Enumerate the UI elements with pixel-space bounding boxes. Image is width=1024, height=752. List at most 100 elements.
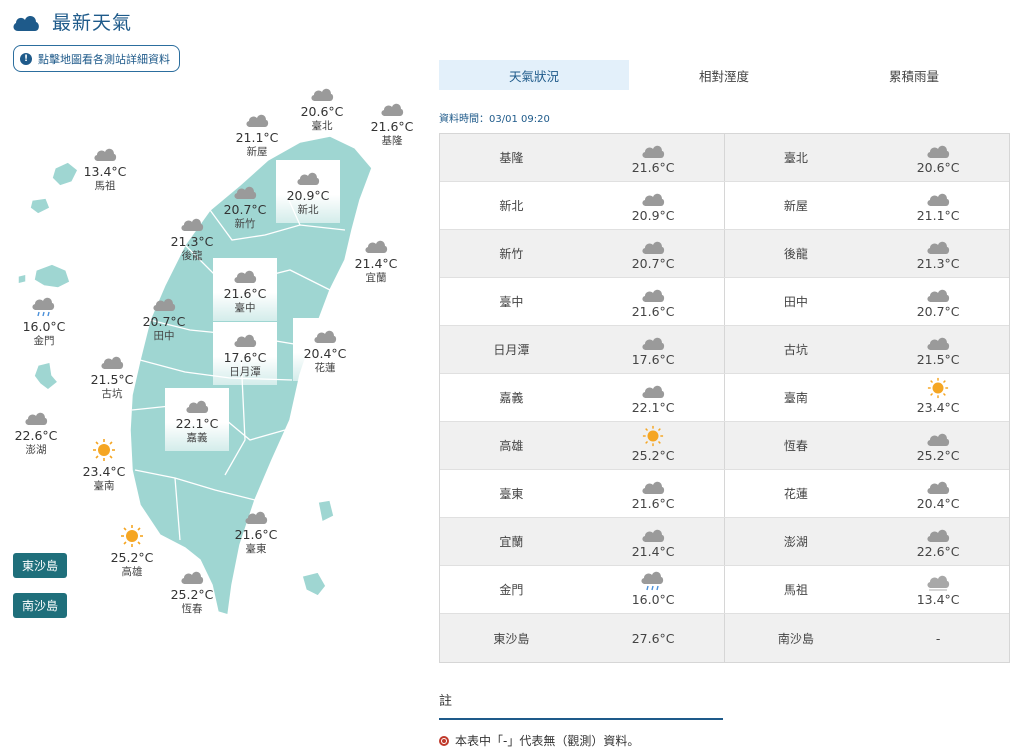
map-station-hengchun[interactable]: 25.2°C 恆春	[157, 565, 227, 616]
map-station-penghu[interactable]: 22.6°C 澎湖	[1, 406, 71, 457]
station-value-cell: 21.4°C	[583, 518, 725, 565]
notes-title: 註	[439, 690, 723, 720]
station-temp-value: 17.6°C	[631, 352, 675, 367]
sun-icon	[121, 525, 143, 547]
nansha-island-button[interactable]: 南沙島	[13, 593, 67, 618]
station-name-cell: 臺南	[783, 391, 808, 405]
cloud-icon	[926, 139, 950, 159]
station-name-cell: 恆春	[783, 439, 808, 453]
map-station-gukeng[interactable]: 21.5°C 古坑	[77, 350, 147, 401]
station-temp: 20.4°C	[303, 346, 347, 361]
cloud-icon	[641, 283, 665, 303]
map-station-tainan[interactable]: 23.4°C 臺南	[69, 439, 139, 493]
table-row: 新北 20.9°C 新屋 21.1°C	[440, 182, 1009, 230]
tab-rainfall[interactable]: 累積雨量	[819, 60, 1009, 90]
station-name: 澎湖	[25, 444, 47, 456]
station-temp-value: 13.4°C	[916, 592, 960, 607]
sun-icon	[93, 439, 115, 461]
station-value-cell: 21.6°C	[583, 470, 725, 517]
kinmen-island-2	[17, 273, 27, 285]
station-value-cell: 13.4°C	[867, 566, 1009, 613]
dongsha-island-button[interactable]: 東沙島	[13, 553, 67, 578]
station-temp-value: 22.6°C	[916, 544, 960, 559]
station-value-cell: 17.6°C	[583, 326, 725, 373]
cloud-icon	[246, 114, 269, 127]
map-station-taitung[interactable]: 21.6°C 臺東	[221, 505, 291, 556]
station-name: 新北	[297, 204, 319, 216]
cloud-icon	[641, 187, 665, 207]
data-timestamp: 資料時間：03/01 09:20	[439, 114, 550, 125]
cloud-icon	[297, 172, 320, 185]
tab-weather[interactable]: 天氣狀況	[439, 60, 629, 90]
station-temp-value: 16.0°C	[631, 592, 675, 607]
station-temp: 21.3°C	[170, 234, 214, 249]
map-station-houlong[interactable]: 21.3°C 後龍	[157, 212, 227, 263]
station-temp: 25.2°C	[110, 550, 154, 565]
station-name: 臺東	[245, 543, 267, 555]
station-name: 日月潭	[229, 366, 261, 378]
green-island	[317, 499, 335, 524]
station-value-cell: -	[867, 614, 1009, 662]
table-row: 高雄 25.2°C 恆春 25.2°C	[440, 422, 1009, 470]
map-station-matsu[interactable]: 13.4°C 馬祖	[70, 142, 140, 193]
map-station-yilan[interactable]: 21.4°C 宜蘭	[341, 234, 411, 285]
cloud-icon	[101, 356, 124, 369]
station-temp-value: 21.4°C	[631, 544, 675, 559]
station-temp-value: 20.4°C	[916, 496, 960, 511]
station-value-cell: 21.6°C	[583, 278, 725, 325]
map-station-taichung[interactable]: 21.6°C 臺中	[213, 258, 277, 321]
station-value-cell: 22.1°C	[583, 374, 725, 421]
station-name-cell: 新竹	[499, 247, 524, 261]
station-name-cell: 南沙島	[777, 631, 814, 646]
map-station-hualien[interactable]: 20.4°C 花蓮	[293, 318, 357, 381]
station-temp-value: 21.6°C	[631, 496, 675, 511]
cloud-icon	[234, 334, 257, 347]
tab-humidity[interactable]: 相對溼度	[629, 60, 819, 90]
fog-cloud-icon	[926, 571, 950, 591]
station-temp-value: 22.1°C	[631, 400, 675, 415]
map-station-sunmoonlake[interactable]: 17.6°C 日月潭	[213, 322, 277, 385]
map-station-kinmen[interactable]: 16.0°C 金門	[9, 297, 79, 348]
sun-icon	[642, 425, 664, 447]
station-value-cell: 27.6°C	[583, 614, 725, 662]
station-name: 臺中	[234, 302, 256, 314]
table-row: 臺東 21.6°C 花蓮 20.4°C	[440, 470, 1009, 518]
cloud-icon	[641, 139, 665, 159]
map-station-keelung[interactable]: 21.6°C 基隆	[357, 97, 427, 148]
station-name-cell: 日月潭	[493, 343, 530, 357]
station-name-cell: 後龍	[783, 247, 808, 261]
station-temp: 16.0°C	[22, 319, 66, 334]
station-temp: 17.6°C	[223, 350, 267, 365]
station-temp-value: 21.6°C	[631, 160, 675, 175]
station-name-cell: 臺北	[783, 151, 808, 165]
station-temp: 22.6°C	[14, 428, 58, 443]
station-value-cell: 20.4°C	[867, 470, 1009, 517]
station-value-cell: 20.7°C	[867, 278, 1009, 325]
map-station-xinwu[interactable]: 21.1°C 新屋	[222, 108, 292, 159]
station-name: 田中	[153, 330, 175, 342]
station-name-cell: 花蓮	[783, 487, 808, 501]
cloud-icon	[381, 103, 404, 116]
table-row: 宜蘭 21.4°C 澎湖 22.6°C	[440, 518, 1009, 566]
cloud-icon	[234, 186, 257, 199]
station-temp: 22.1°C	[175, 416, 219, 431]
cloud-icon	[234, 270, 257, 283]
station-name: 花蓮	[314, 362, 336, 374]
station-value-cell: 23.4°C	[867, 374, 1009, 421]
map-station-taipei[interactable]: 20.6°C 臺北	[287, 82, 357, 133]
station-name-cell: 基隆	[499, 151, 524, 165]
station-name-cell: 嘉義	[499, 391, 524, 405]
map-station-newtaipei[interactable]: 20.9°C 新北	[276, 160, 340, 223]
station-name-cell: 金門	[499, 583, 524, 597]
station-temp-value: 21.1°C	[916, 208, 960, 223]
station-temp-value: 20.9°C	[631, 208, 675, 223]
matsu-island-2	[29, 197, 51, 215]
cloud-icon	[641, 331, 665, 351]
station-name-cell: 東沙島	[493, 631, 530, 646]
station-temp: 21.1°C	[235, 130, 279, 145]
map-station-chiayi[interactable]: 22.1°C 嘉義	[165, 388, 229, 451]
map-station-tianzhong[interactable]: 20.7°C 田中	[129, 292, 199, 343]
station-temp-value: 21.3°C	[916, 256, 960, 271]
station-name: 恆春	[181, 603, 203, 615]
station-temp-value: 23.4°C	[916, 400, 960, 415]
